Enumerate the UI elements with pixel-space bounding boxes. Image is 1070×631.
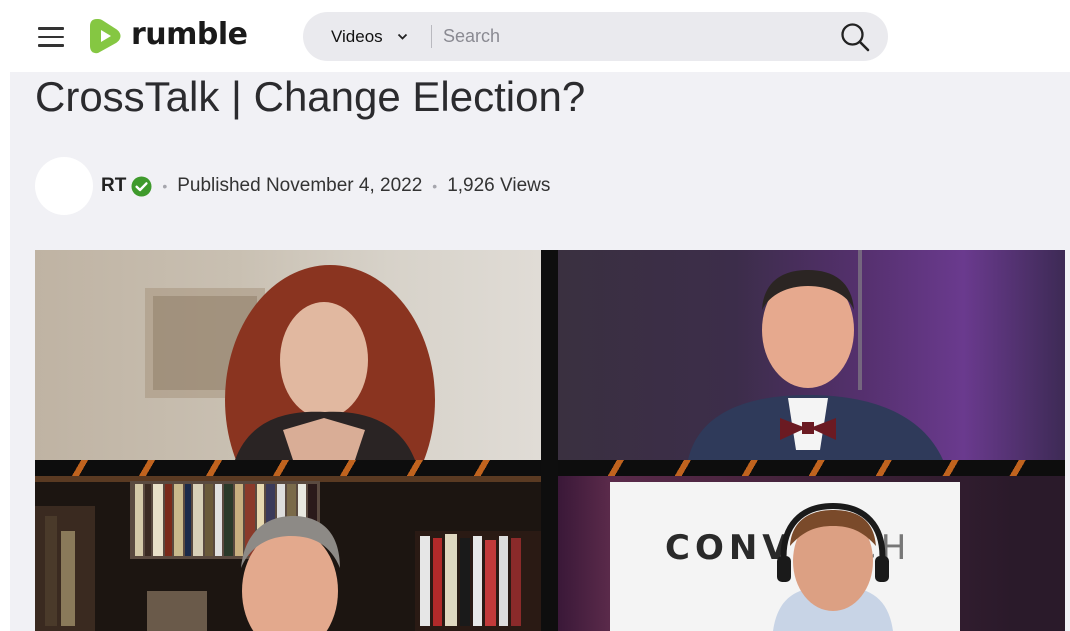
chevron-down-icon bbox=[397, 30, 408, 44]
video-page-content: CrossTalk | Change Election? RT • Publis… bbox=[10, 72, 1070, 631]
channel-name-link[interactable]: RT bbox=[101, 175, 126, 197]
video-meta-row: RT • Published November 4, 2022 • 1,926 … bbox=[35, 157, 550, 215]
logo-wordmark: rumble bbox=[131, 16, 248, 52]
video-panel-top-left bbox=[35, 250, 541, 460]
meta-separator: • bbox=[432, 178, 438, 194]
video-panel-top-right bbox=[558, 250, 1065, 460]
channel-avatar[interactable] bbox=[35, 157, 93, 215]
top-nav-bar: rumble Videos bbox=[0, 0, 1070, 72]
verified-check-icon bbox=[131, 176, 152, 196]
search-icon[interactable] bbox=[839, 21, 871, 53]
view-count: 1,926 Views bbox=[447, 175, 551, 196]
search-category-label: Videos bbox=[331, 26, 383, 46]
video-panel-divider bbox=[541, 250, 558, 631]
published-date: Published November 4, 2022 bbox=[177, 175, 423, 196]
video-panel-bottom-right: CONV CH bbox=[558, 476, 1065, 631]
svg-text:CONV: CONV bbox=[665, 528, 794, 568]
meta-separator: • bbox=[162, 178, 168, 194]
video-title: CrossTalk | Change Election? bbox=[35, 73, 586, 120]
search-input[interactable] bbox=[443, 21, 823, 52]
search-divider bbox=[431, 25, 432, 48]
rumble-logo-icon bbox=[90, 19, 121, 54]
video-panel-bottom-left bbox=[35, 476, 541, 631]
video-player[interactable]: CONV CH bbox=[35, 250, 1065, 631]
search-bar: Videos bbox=[303, 12, 888, 61]
hamburger-menu-icon[interactable] bbox=[38, 27, 64, 47]
search-category-select[interactable]: Videos bbox=[331, 12, 408, 61]
rumble-logo[interactable]: rumble bbox=[88, 16, 248, 56]
